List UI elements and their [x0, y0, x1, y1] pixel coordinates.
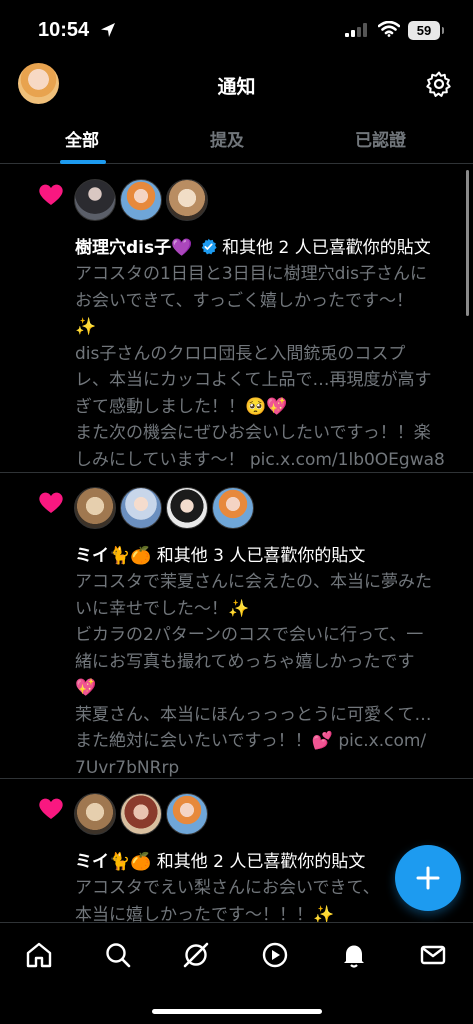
notification-action: 和其他 3 人已喜歡你的貼文: [156, 546, 366, 566]
user-name[interactable]: 樹理穴dis子💜: [75, 238, 192, 258]
post-line: dis子さんのクロロ団長と入間銃兎のコスプ: [75, 343, 406, 364]
grok-icon[interactable]: [182, 941, 210, 969]
notification-action: 和其他 2 人已喜歡你的貼文: [156, 852, 366, 872]
wifi-icon: [378, 21, 400, 37]
post-line: また絶対に会いたいですっ！！💕 pic.x.com/: [75, 731, 427, 751]
notification-action: 和其他 2 人已喜歡你的貼文: [222, 238, 431, 258]
notification-item[interactable]: ミイ🐈🍊 和其他 2 人已喜歡你的貼文 アコスタでえい梨さんにお会いできて、 本…: [0, 779, 473, 922]
notification-feed[interactable]: 樹理穴dis子💜 和其他 2 人已喜歡你的貼文 アコスタの1日目と3日目に樹理穴…: [0, 165, 473, 922]
user-name[interactable]: ミイ🐈🍊: [75, 546, 151, 566]
post-line: お会いできて、すっごく嬉しかったです〜！: [75, 290, 413, 311]
post-line: アコスタで茉夏さんに会えたの、本当に夢みた: [75, 572, 432, 592]
compose-button[interactable]: [395, 845, 461, 911]
heart-icon: [39, 798, 63, 819]
location-arrow-icon: [101, 23, 115, 37]
heart-icon: [39, 184, 63, 205]
home-indicator: [152, 1009, 322, 1014]
avatar[interactable]: [120, 487, 162, 529]
avatar[interactable]: [212, 487, 254, 529]
page-title: 通知: [217, 76, 256, 98]
scrollbar[interactable]: [466, 170, 469, 316]
video-icon[interactable]: [261, 941, 289, 969]
post-line: ぎて感動しました！！🥺💖: [75, 396, 288, 417]
post-line: いに幸せでした〜！✨: [75, 598, 250, 619]
post-line: しみにしています〜！ pic.x.com/1lb0OEgwa8: [75, 449, 445, 470]
avatar[interactable]: [74, 793, 116, 835]
avatar[interactable]: [74, 179, 116, 221]
user-name[interactable]: ミイ🐈🍊: [75, 852, 151, 872]
post-line: ビカラの2パターンのコスで会いに行って、一: [75, 625, 424, 645]
post-preview[interactable]: アコスタの1日目と3日目に樹理穴dis子さんに お会いできて、すっごく嬉しかった…: [75, 261, 460, 473]
top-header: 通知: [0, 60, 473, 110]
post-line: 本当に嬉しかったです〜！！！✨: [75, 904, 335, 923]
active-tab-indicator: [60, 160, 106, 164]
post-line: 💖: [75, 678, 97, 698]
status-bar: 10:54 59: [0, 0, 473, 60]
avatar[interactable]: [120, 179, 162, 221]
avatar[interactable]: [166, 487, 208, 529]
signal-icon: [345, 23, 367, 37]
notification-title: ミイ🐈🍊 和其他 3 人已喜歡你的貼文: [75, 541, 365, 566]
tab-mentions[interactable]: 提及: [210, 126, 244, 151]
tab-all[interactable]: 全部: [65, 126, 99, 151]
gear-icon[interactable]: [425, 70, 453, 98]
notification-title: 樹理穴dis子💜 和其他 2 人已喜歡你的貼文: [75, 233, 431, 258]
messages-icon[interactable]: [419, 941, 447, 969]
search-icon[interactable]: [104, 941, 132, 969]
avatar[interactable]: [166, 793, 208, 835]
notification-tabs: 全部 提及 已認證: [0, 118, 473, 164]
avatar[interactable]: [120, 793, 162, 835]
notifications-icon[interactable]: [340, 941, 368, 969]
home-icon[interactable]: [25, 941, 53, 969]
tab-verified[interactable]: 已認證: [355, 126, 406, 151]
status-time: 10:54: [38, 19, 90, 41]
post-line: また次の機会にぜひお会いしたいですっ！！楽: [75, 423, 431, 443]
post-preview[interactable]: アコスタで茉夏さんに会えたの、本当に夢みた いに幸せでした〜！✨ ビカラの2パタ…: [75, 569, 460, 781]
avatar[interactable]: [166, 179, 208, 221]
post-line: 緒にお写真も撮れてめっちゃ嬉しかったです: [75, 651, 415, 672]
post-line: ✨: [75, 317, 97, 337]
avatar[interactable]: [74, 487, 116, 529]
verified-badge-icon: [201, 238, 217, 255]
post-line: アコスタの1日目と3日目に樹理穴dis子さんに: [75, 264, 428, 284]
heart-icon: [39, 492, 63, 513]
battery-indicator: 59: [408, 21, 444, 40]
plus-icon: [416, 866, 440, 890]
notification-item[interactable]: 樹理穴dis子💜 和其他 2 人已喜歡你的貼文 アコスタの1日目と3日目に樹理穴…: [0, 165, 473, 473]
notification-title: ミイ🐈🍊 和其他 2 人已喜歡你的貼文: [75, 847, 365, 872]
post-line: 茉夏さん、本当にほんっっっとうに可愛くて…: [75, 704, 432, 725]
notification-item[interactable]: ミイ🐈🍊 和其他 3 人已喜歡你的貼文 アコスタで茉夏さんに会えたの、本当に夢み…: [0, 473, 473, 779]
post-line: レ、本当にカッコよくて上品で…再現度が高す: [75, 370, 432, 390]
post-line: 7Uvr7bNRrp: [75, 757, 180, 778]
